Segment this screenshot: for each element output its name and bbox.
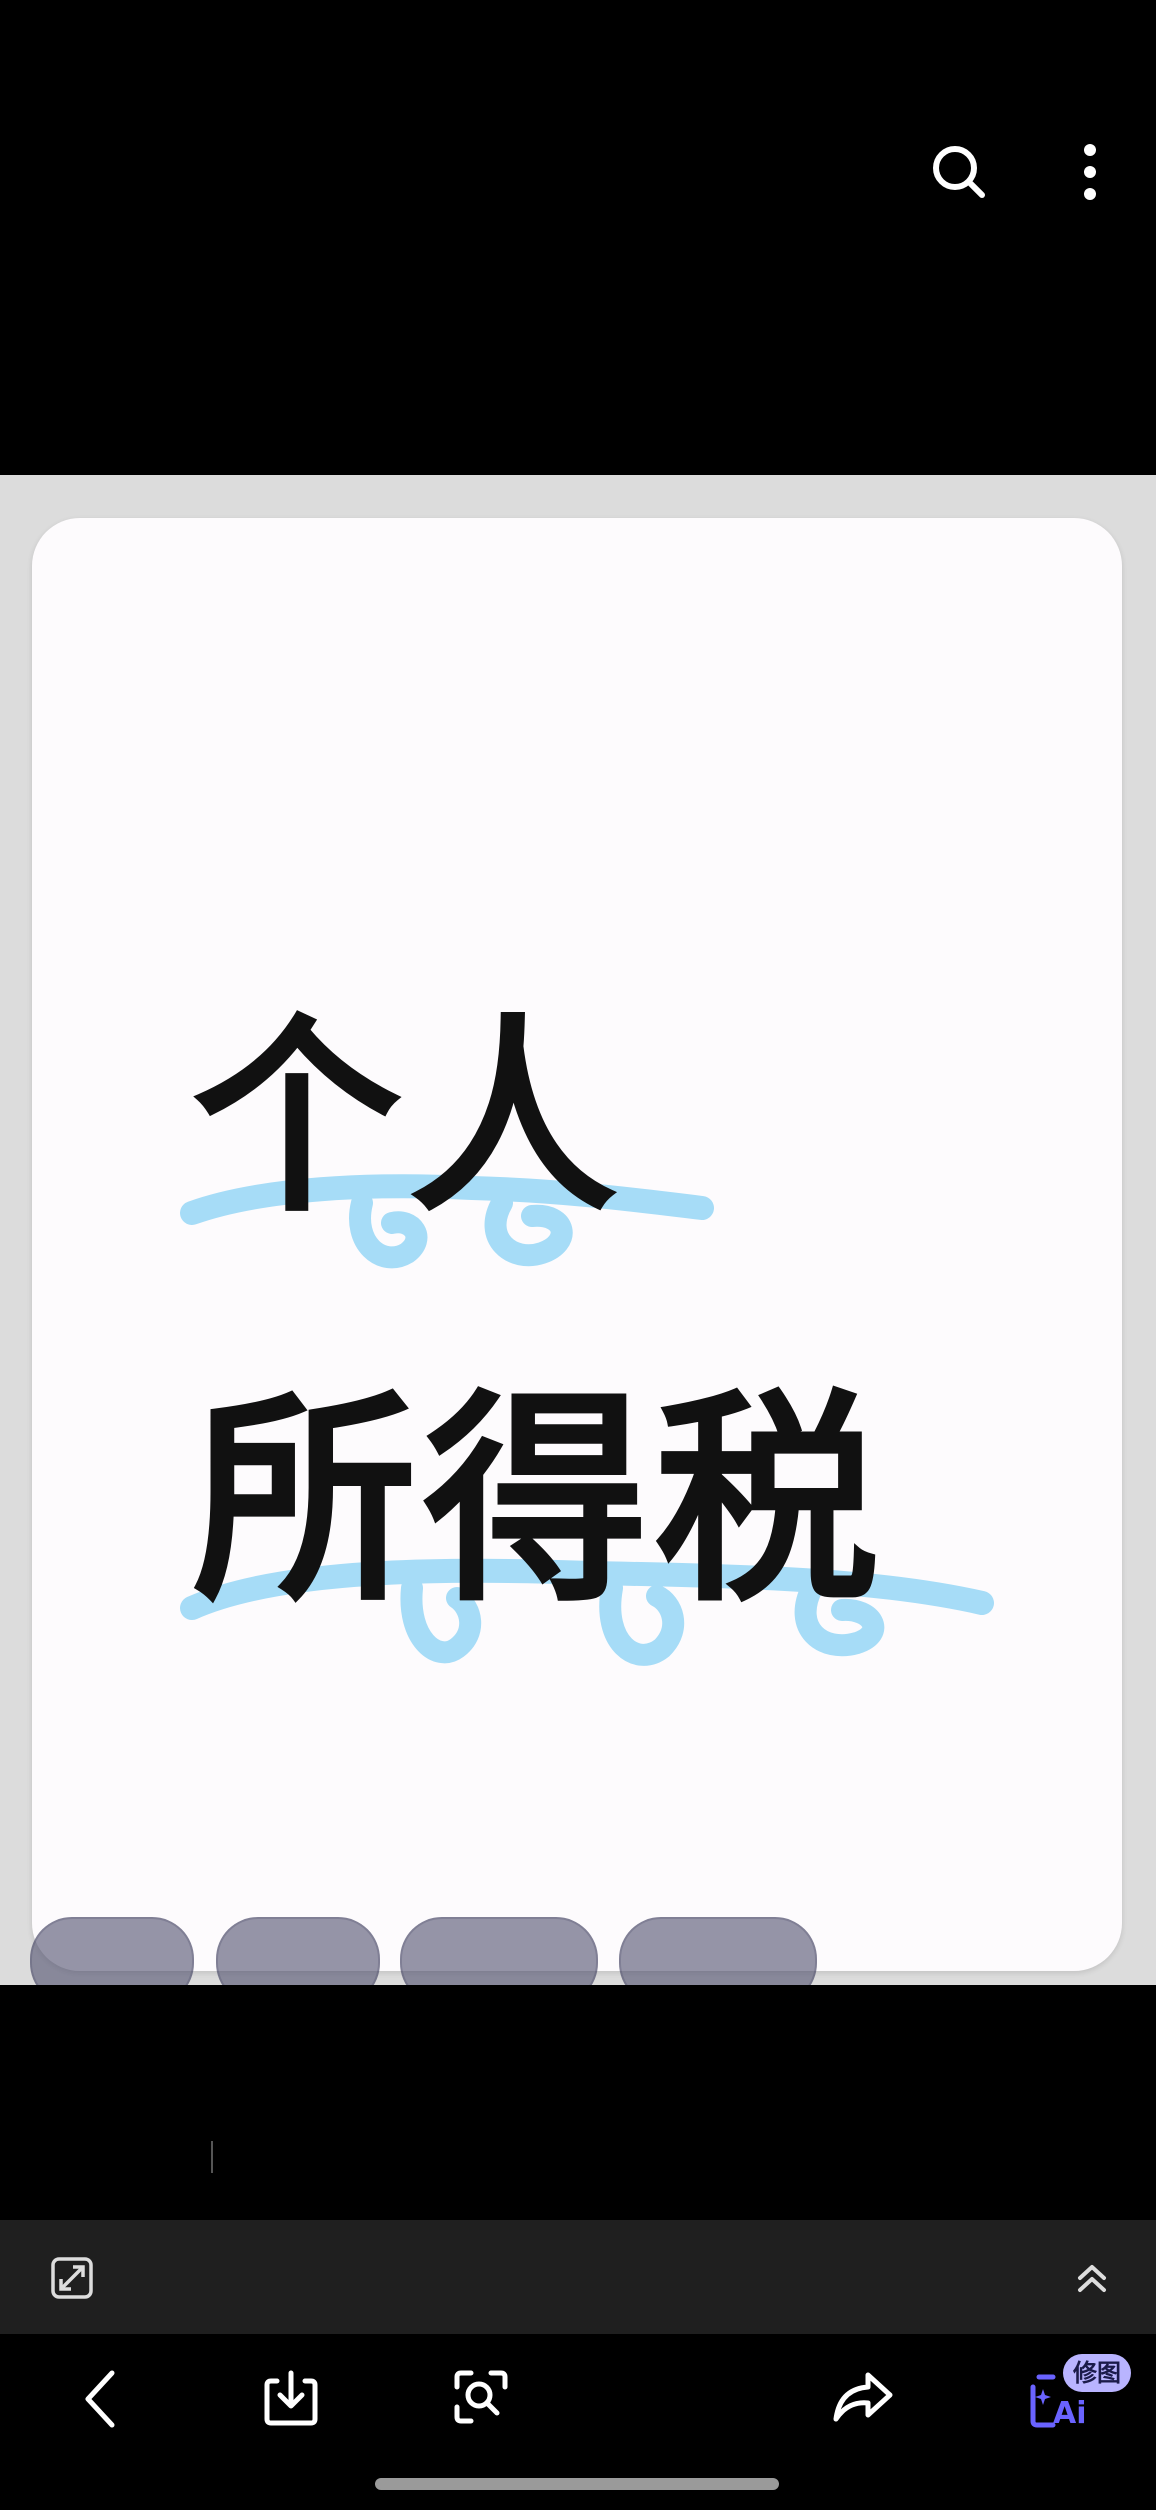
top-bar [0,0,1156,475]
image-title-line-1: 个人 [192,996,625,1241]
home-indicator[interactable] [375,2478,779,2490]
download-button[interactable] [258,2362,324,2432]
more-options-button[interactable] [1070,135,1110,209]
image-card: 个人 所得税 [32,518,1122,1971]
more-options-icon [1084,144,1096,200]
svg-text:Ai: Ai [1053,2396,1087,2431]
tool-strip [0,2220,1156,2334]
expand-up-icon [1078,2265,1106,2292]
crop-button[interactable] [48,2254,96,2302]
ai-edit-badge: 修图 [1063,2354,1131,2392]
image-title-line-2: 所得税 [192,1371,885,1633]
back-icon [85,2370,115,2428]
lens-scan-button[interactable] [448,2362,514,2432]
share-button[interactable] [828,2362,898,2432]
lens-scan-icon [454,2370,508,2424]
search-icon [933,146,985,198]
text-cursor [211,2141,213,2173]
expand-up-button[interactable] [1068,2254,1116,2302]
search-button[interactable] [922,135,996,209]
caption-area [0,1985,1156,2220]
download-icon [264,2370,318,2426]
share-icon [833,2372,893,2422]
image-viewer[interactable]: 个人 所得税 [0,475,1156,2005]
bottom-toolbar: Ai [0,2334,1156,2464]
crop-icon [51,2257,93,2299]
back-button[interactable] [70,2364,130,2434]
